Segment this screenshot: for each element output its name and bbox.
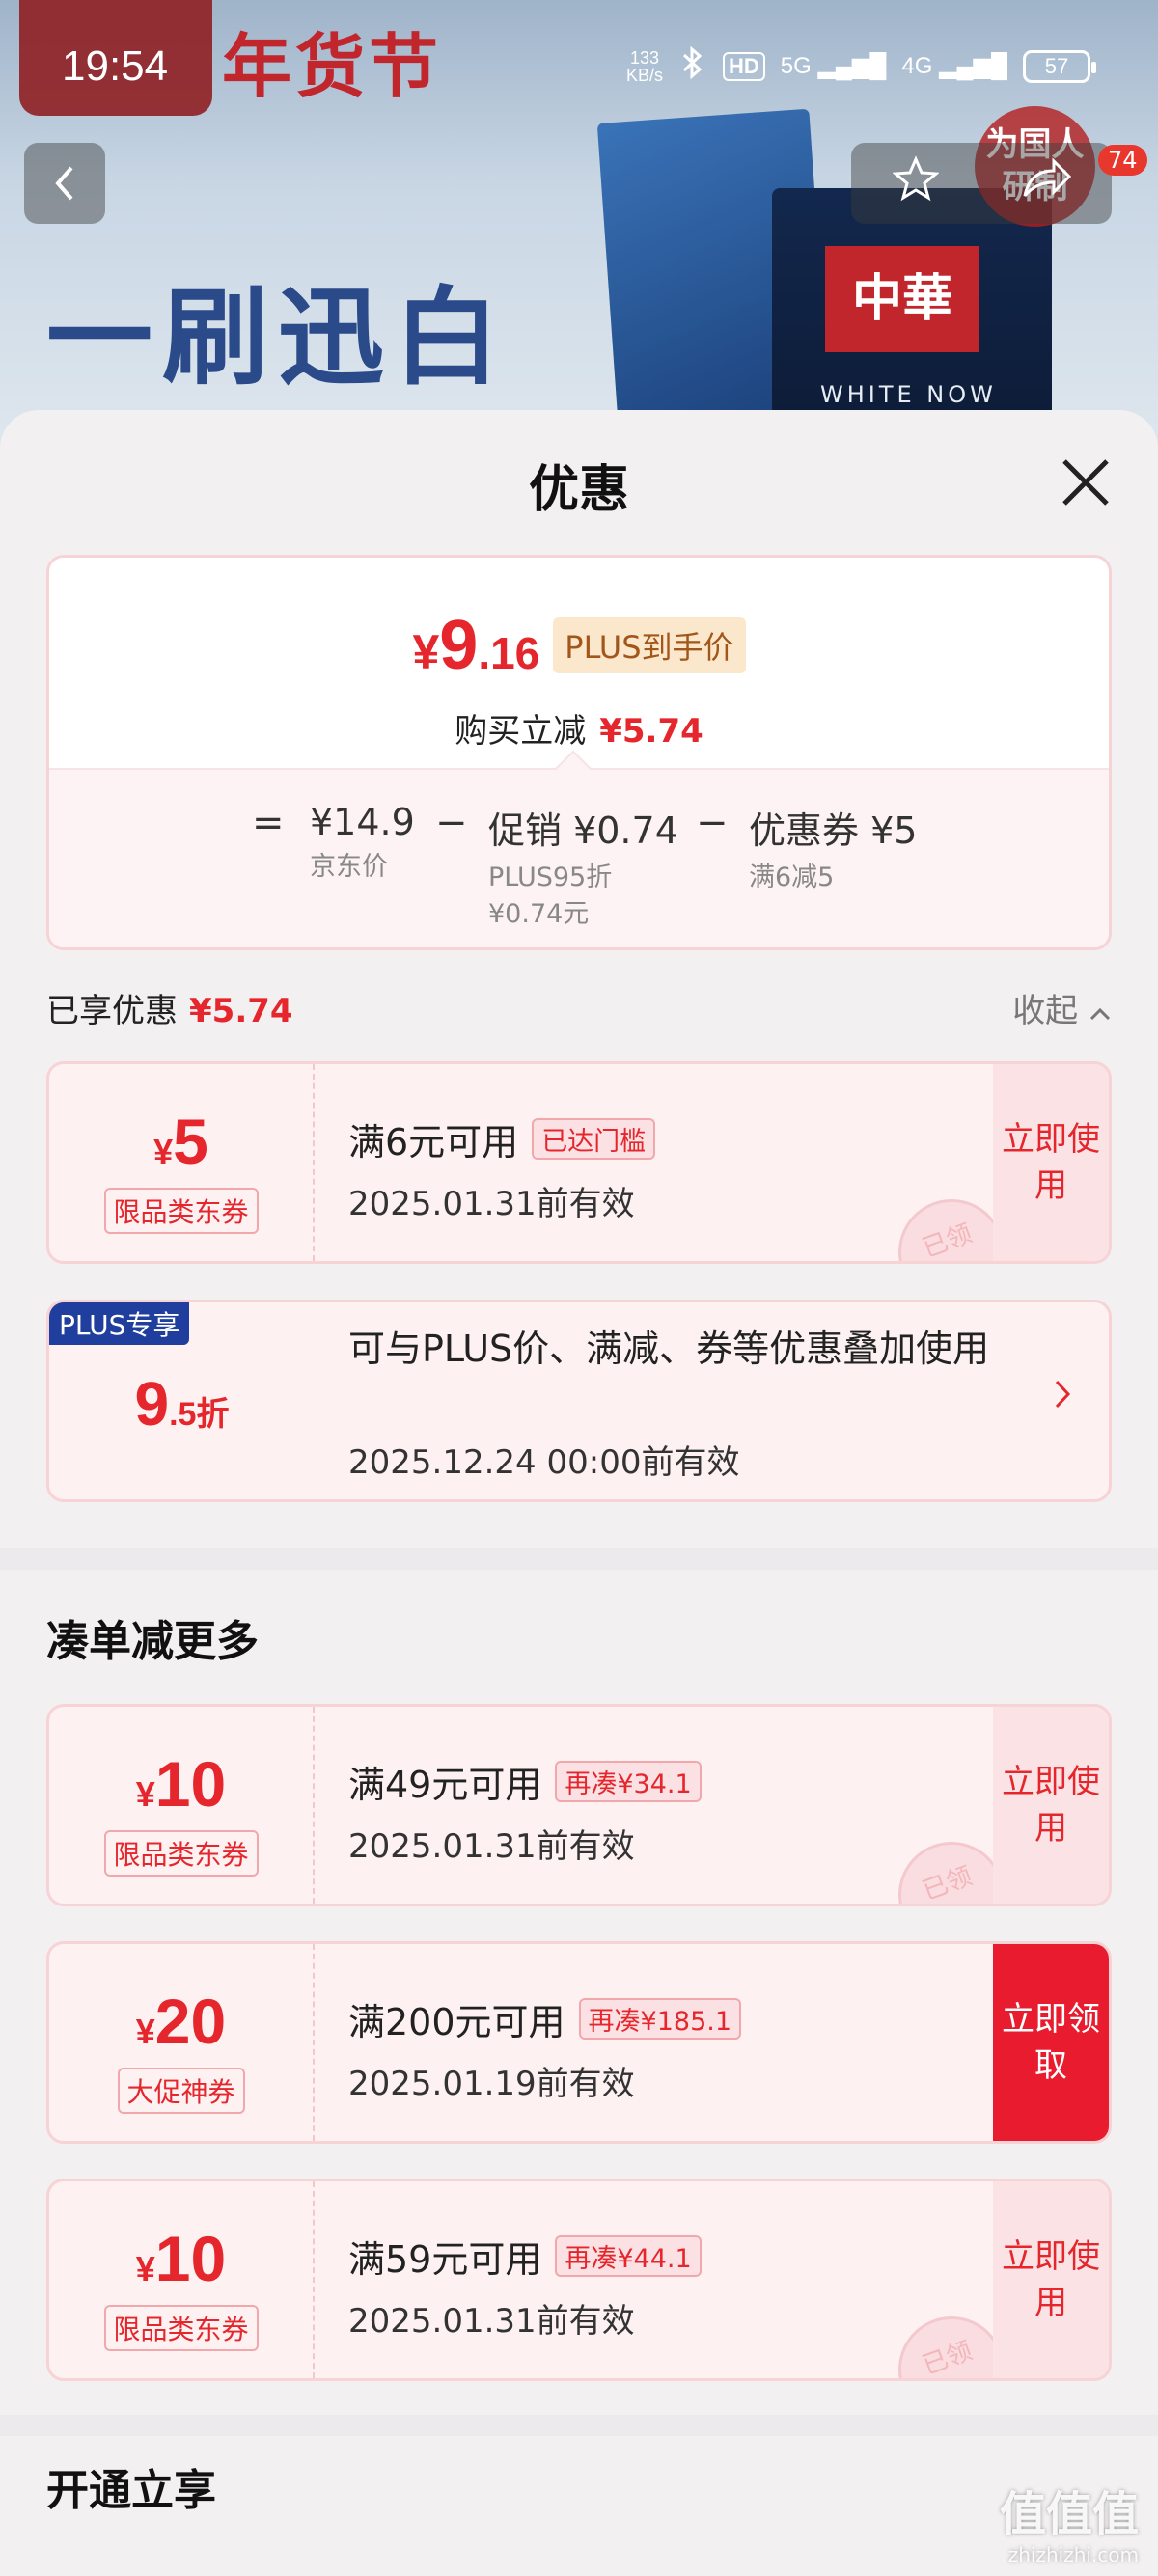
instant-discount: 购买立减 ¥5.74 (455, 712, 703, 751)
minus-sign: − (696, 801, 729, 845)
sheet-title: 优惠 (528, 461, 629, 519)
festival-banner: 年货节 (222, 25, 443, 107)
use-coupon-button[interactable]: 立即使用 (993, 2181, 1109, 2378)
bluetooth-icon (678, 45, 707, 86)
status-icons: 133 KB/s HD 5G ▂▄▆█ 4G ▂▄▆█ 57 (625, 45, 1096, 86)
back-button[interactable] (24, 143, 105, 224)
coupon-card: ¥10 限品类东券 满59元可用 再凑¥44.1 2025.01.31前有效 已领… (46, 2179, 1112, 2381)
chevron-right-icon (1053, 1376, 1072, 1420)
minus-sign: − (435, 801, 468, 845)
coupon-expiry: 2025.01.31前有效 (348, 2302, 635, 2341)
use-coupon-button[interactable]: 立即使用 (993, 1707, 1109, 1904)
chevron-up-icon (1089, 1007, 1111, 1021)
cart-count-badge: 74 (1098, 145, 1147, 176)
enjoyed-discount: 已享优惠 ¥5.74 (46, 992, 293, 1030)
use-coupon-button[interactable]: 立即使用 (993, 1064, 1109, 1261)
product-brand-label: 中華 (825, 246, 979, 352)
promo-col: 促销 ¥0.74 PLUS95折 ¥0.74元 (488, 809, 678, 929)
coupon-amount: ¥10 (135, 2223, 227, 2294)
favorite-star-icon[interactable] (891, 154, 940, 212)
plus-discount-card[interactable]: PLUS专享 9.5折 可与PLUS价、满减、券等优惠叠加使用 2025.12.… (46, 1300, 1112, 1502)
discount-sheet: 优惠 ¥9.16 PLUS到手价 购买立减 ¥5.74 = ¥14.9 京东价 −… (0, 410, 1158, 2576)
chevron-left-icon (55, 166, 73, 201)
coupon-card: ¥5 限品类东券 满6元可用 已达门槛 2025.01.31前有效 已领 立即使用 (46, 1061, 1112, 1264)
section-divider (0, 2415, 1158, 2436)
coupon-amount: ¥20 (135, 1986, 227, 2057)
coupon-amount: ¥10 (135, 1748, 227, 1820)
plus-description: 可与PLUS价、满减、券等优惠叠加使用 (348, 1328, 990, 1370)
coupon-tag: 再凑¥34.1 (555, 1761, 702, 1802)
network-speed: 133 KB/s (625, 47, 663, 85)
equals-sign: = (252, 801, 285, 845)
header-actions (851, 143, 1112, 224)
coupon-tag: 已达门槛 (532, 1118, 656, 1160)
price-summary-card: ¥9.16 PLUS到手价 购买立减 ¥5.74 = ¥14.9 京东价 − 促销… (46, 555, 1112, 950)
final-price: ¥9.16 (412, 607, 540, 684)
coupon-expiry: 2025.01.31前有效 (348, 1827, 635, 1866)
signal-5g-icon: 5G ▂▄▆█ (780, 53, 887, 79)
coupon-type: 限品类东券 (103, 2305, 259, 2351)
final-price-row: ¥9.16 PLUS到手价 (49, 606, 1109, 685)
hd-icon: HD (723, 51, 765, 81)
site-watermark: 值值值 zhizhizhi.com (999, 2487, 1139, 2566)
section-title-open: 开通立享 (46, 2466, 216, 2515)
claim-coupon-button[interactable]: 立即领取 (993, 1944, 1109, 2141)
section-divider (0, 1548, 1158, 1570)
plus-exclusive-flag: PLUS专享 (49, 1302, 190, 1345)
section-title-more: 凑单减更多 (46, 1617, 259, 1666)
coupon-expiry: 2025.01.19前有效 (348, 2065, 635, 2103)
plus-discount-rate: 9.5折 (134, 1369, 230, 1439)
plus-expiry: 2025.12.24 00:00前有效 (348, 1443, 740, 1482)
status-time: 19:54 (62, 42, 169, 90)
coupon-type: 限品类东券 (103, 1188, 259, 1234)
collapse-toggle[interactable]: 收起 (1012, 984, 1112, 1031)
coupon-condition: 满6元可用 已达门槛 (348, 1112, 656, 1165)
jd-price-col: ¥14.9 京东价 (310, 801, 415, 882)
close-button[interactable] (1057, 453, 1115, 511)
coupon-col: 优惠券 ¥5 满6减5 (749, 809, 918, 892)
battery-icon: 57 (1023, 49, 1096, 83)
coupon-amount: ¥5 (153, 1106, 208, 1177)
coupon-tag: 再凑¥44.1 (555, 2235, 702, 2277)
coupon-tag: 再凑¥185.1 (578, 1998, 742, 2040)
coupon-type: 限品类东券 (103, 1830, 259, 1877)
coupon-card: ¥10 限品类东券 满49元可用 再凑¥34.1 2025.01.31前有效 已领… (46, 1704, 1112, 1906)
coupon-condition: 满59元可用 再凑¥44.1 (348, 2230, 702, 2283)
plus-price-tag: PLUS到手价 (553, 617, 746, 673)
coupon-expiry: 2025.01.31前有效 (348, 1185, 635, 1223)
product-tagline: WHITE NOW (820, 381, 997, 408)
share-icon[interactable] (1021, 156, 1071, 210)
coupon-type: 大促神券 (117, 2068, 245, 2114)
close-icon (1062, 459, 1109, 506)
coupon-card: ¥20 大促神券 满200元可用 再凑¥185.1 2025.01.19前有效 立… (46, 1941, 1112, 2144)
signal-4g-icon: 4G ▂▄▆█ (901, 53, 1007, 79)
hero-slogan: 一刷迅白 (46, 276, 510, 399)
coupon-condition: 满200元可用 再凑¥185.1 (348, 1992, 742, 2045)
coupon-condition: 满49元可用 再凑¥34.1 (348, 1755, 702, 1808)
